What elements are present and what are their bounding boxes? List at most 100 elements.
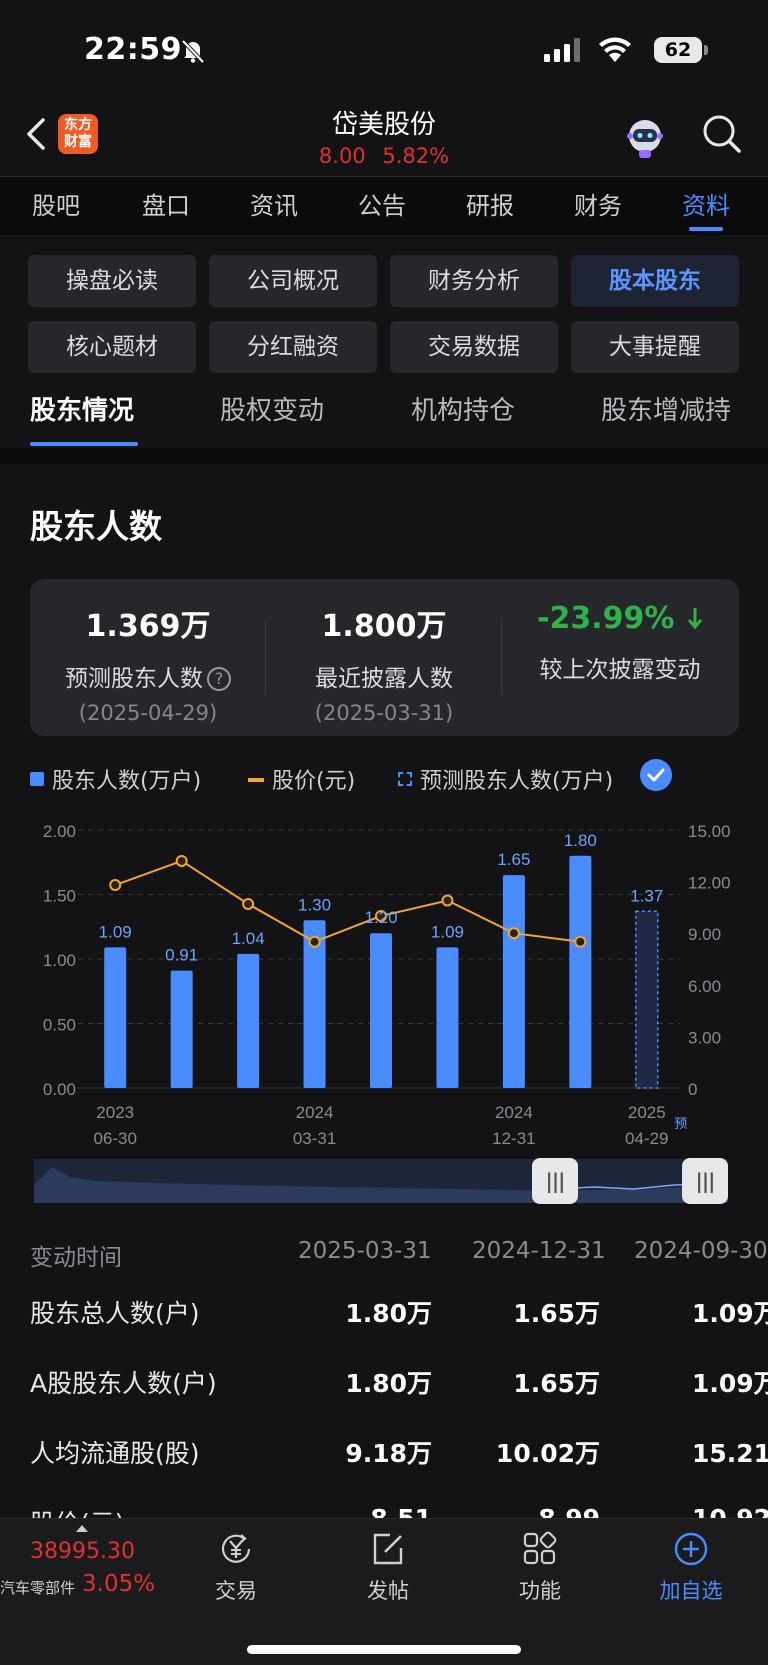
nav-post-label: 发帖 bbox=[367, 1579, 409, 1603]
nav-functions[interactable]: 功能 bbox=[490, 1529, 590, 1605]
bar-data-label: 1.09 bbox=[431, 922, 464, 941]
tab-news[interactable]: 资讯 bbox=[220, 177, 328, 235]
x-tick-label: 2024 bbox=[495, 1103, 533, 1122]
battery-indicator: 62 bbox=[654, 37, 702, 63]
tab-announcements[interactable]: 公告 bbox=[328, 177, 436, 235]
subtab-holding-changes[interactable]: 股东增减持 bbox=[601, 390, 731, 427]
sector-index-value[interactable]: 38995.30 bbox=[30, 1539, 135, 1564]
x-tick-label: 2023 bbox=[96, 1103, 134, 1122]
tab-profile[interactable]: 资料 bbox=[652, 177, 760, 235]
table-row-label: 股东总人数(户) bbox=[30, 1299, 200, 1328]
y-right-tick-label: 3.00 bbox=[688, 1028, 721, 1047]
predicted-holders-value: 1.369万 bbox=[85, 609, 211, 644]
nav-add-watchlist-label: 加自选 bbox=[659, 1579, 723, 1603]
section-dividends[interactable]: 分红融资 bbox=[209, 321, 377, 373]
table-col-date: 2025-03-31 bbox=[298, 1238, 432, 1264]
signal-icon bbox=[544, 38, 580, 62]
status-time: 22:59 bbox=[84, 32, 182, 67]
predicted-marker-label: 预 bbox=[674, 1117, 687, 1132]
stock-header: 东方 财富 岱美股份 8.00 5.82% bbox=[0, 100, 768, 176]
section-financial-analysis[interactable]: 财务分析 bbox=[390, 255, 558, 307]
legend-holders[interactable]: 股东人数(万户) bbox=[30, 763, 201, 795]
y-right-tick-label: 9.00 bbox=[688, 925, 721, 944]
subtab-equity-changes[interactable]: 股权变动 bbox=[220, 390, 324, 427]
bell-muted-icon bbox=[181, 39, 205, 64]
range-handle-right[interactable]: ||| bbox=[682, 1158, 728, 1204]
bar-data-label: 1.65 bbox=[497, 850, 530, 869]
chart-range-slider[interactable] bbox=[34, 1159, 729, 1203]
section-trading-guide[interactable]: 操盘必读 bbox=[28, 255, 196, 307]
expand-up-icon[interactable] bbox=[76, 1525, 88, 1532]
price-point bbox=[574, 935, 587, 948]
bar-holders bbox=[569, 855, 592, 1088]
predicted-holders-date: (2025-04-29) bbox=[78, 701, 218, 725]
search-icon[interactable] bbox=[700, 112, 744, 156]
nav-functions-label: 功能 bbox=[519, 1579, 561, 1603]
bar-holders bbox=[370, 933, 392, 1088]
legend-predicted[interactable]: 预测股东人数(万户) bbox=[398, 763, 613, 795]
tab-pankou[interactable]: 盘口 bbox=[112, 177, 220, 235]
tab-research[interactable]: 研报 bbox=[436, 177, 544, 235]
section-events[interactable]: 大事提醒 bbox=[571, 321, 739, 373]
x-tick-label: 2024 bbox=[296, 1103, 334, 1122]
edit-icon bbox=[373, 1533, 403, 1565]
price-point bbox=[507, 927, 520, 940]
tab-guba[interactable]: 股吧 bbox=[0, 177, 112, 235]
bar-holders bbox=[104, 947, 127, 1088]
chart-legend: 股东人数(万户) 股价(元) 预测股东人数(万户) bbox=[30, 759, 750, 795]
table-row-label: 人均流通股(股) bbox=[30, 1439, 200, 1468]
bottom-bar: 38995.30 汽车零部件 3.05% 交易 发帖 功能 加自选 bbox=[0, 1518, 768, 1665]
main-tab-bar: 股吧 盘口 资讯 公告 研报 财务 资料 bbox=[0, 177, 768, 235]
y-left-tick-label: 0.50 bbox=[43, 1016, 76, 1035]
legend-predicted-label: 预测股东人数(万户) bbox=[420, 769, 614, 794]
legend-bar-swatch bbox=[30, 772, 44, 786]
section-core-themes[interactable]: 核心题材 bbox=[28, 321, 196, 373]
y-right-tick-label: 12.00 bbox=[688, 874, 731, 893]
y-left-tick-label: 0.00 bbox=[43, 1080, 76, 1099]
bar-holders bbox=[170, 970, 193, 1088]
wifi-icon bbox=[599, 37, 631, 62]
table-cell: 1.65万 bbox=[513, 1299, 600, 1328]
y-left-tick-label: 1.00 bbox=[43, 951, 76, 970]
price-point bbox=[308, 935, 321, 948]
section-company-overview[interactable]: 公司概况 bbox=[209, 255, 377, 307]
legend-holders-label: 股东人数(万户) bbox=[52, 769, 202, 794]
nav-trade[interactable]: 交易 bbox=[186, 1529, 286, 1605]
legend-dashed-swatch bbox=[398, 772, 412, 786]
sector-index-change: 3.05% bbox=[82, 1571, 156, 1597]
ai-robot-icon[interactable] bbox=[622, 114, 668, 160]
x-tick-label: 2025 bbox=[628, 1103, 666, 1122]
table-cell: 15.21万 bbox=[692, 1439, 768, 1468]
bar-holders bbox=[436, 947, 459, 1088]
y-right-tick-label: 6.00 bbox=[688, 977, 721, 996]
table-row-label: A股股东人数(户) bbox=[30, 1369, 217, 1398]
table-col-date: 2024-09-30 bbox=[634, 1238, 768, 1264]
range-handle-left[interactable]: ||| bbox=[532, 1158, 578, 1204]
status-bar: 22:59 62 bbox=[0, 0, 768, 100]
check-icon[interactable] bbox=[640, 759, 672, 791]
legend-price-label: 股价(元) bbox=[272, 769, 356, 794]
table-cell: 1.09万 bbox=[692, 1299, 768, 1328]
sub-tab-bar: 股东情况 股权变动 机构持仓 股东增减持 bbox=[0, 390, 768, 450]
legend-price[interactable]: 股价(元) bbox=[248, 763, 355, 795]
recent-holders-date: (2025-03-31) bbox=[314, 701, 454, 725]
section-shareholders[interactable]: 股本股东 bbox=[571, 255, 739, 307]
subtab-institutional-holdings[interactable]: 机构持仓 bbox=[411, 390, 515, 427]
nav-trade-label: 交易 bbox=[215, 1579, 257, 1603]
subtab-shareholder-status[interactable]: 股东情况 bbox=[30, 390, 134, 427]
x-tick-label: 06-30 bbox=[93, 1129, 136, 1148]
sector-index-name: 汽车零部件 bbox=[0, 1579, 76, 1597]
price-point bbox=[242, 897, 255, 910]
price-point bbox=[441, 894, 454, 907]
table-cell: 1.80万 bbox=[345, 1369, 432, 1398]
nav-add-watchlist[interactable]: 加自选 bbox=[641, 1529, 741, 1605]
add-circle-icon bbox=[674, 1532, 708, 1566]
nav-post[interactable]: 发帖 bbox=[338, 1529, 438, 1605]
battery-tip bbox=[704, 45, 708, 55]
section-trading-data[interactable]: 交易数据 bbox=[390, 321, 558, 373]
y-left-tick-label: 1.50 bbox=[43, 887, 76, 906]
help-icon[interactable]: ? bbox=[207, 667, 231, 691]
shareholder-summary-card: 1.369万 预测股东人数? (2025-04-29) 1.800万 最近披露人… bbox=[30, 579, 739, 736]
table-cell: 1.09万 bbox=[692, 1369, 768, 1398]
tab-finance[interactable]: 财务 bbox=[544, 177, 652, 235]
